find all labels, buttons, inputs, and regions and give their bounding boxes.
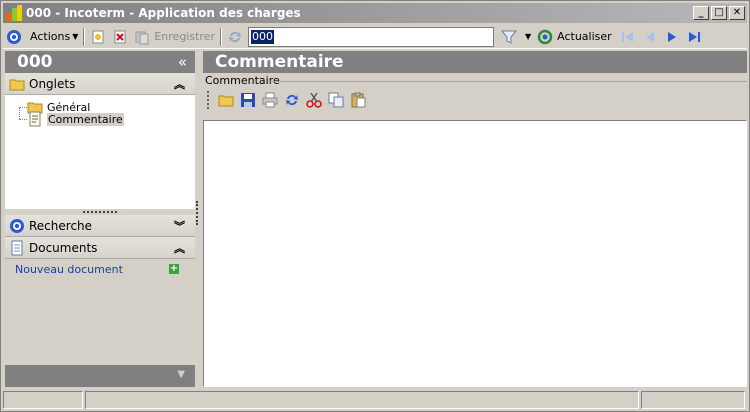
chevron-down-icon[interactable]: ▼ — [177, 369, 185, 380]
left-panel-header: 000 « — [5, 51, 195, 73]
save-disk-icon[interactable] — [240, 92, 256, 108]
content-panel: Commentaire Commentaire — [203, 51, 747, 387]
filter-icon — [500, 30, 517, 44]
save-icon — [135, 31, 149, 44]
open-folder-icon[interactable] — [218, 92, 234, 108]
delete-button[interactable] — [109, 26, 131, 48]
tree-connector — [19, 107, 20, 119]
target-icon — [7, 29, 21, 44]
documents-group-label: Documents — [29, 240, 98, 255]
print-icon[interactable] — [262, 92, 278, 108]
caret-down-icon: ▼ — [72, 32, 79, 41]
documents-area: Nouveau document + — [5, 259, 195, 355]
first-icon — [621, 31, 633, 42]
tabs-tree: Général Commentaire — [5, 95, 195, 209]
window-title: 000 - Incoterm - Application des charges — [26, 6, 301, 20]
first-record-button[interactable] — [617, 26, 639, 48]
sync-button[interactable] — [224, 26, 246, 48]
refresh-icon — [537, 29, 553, 44]
paste-icon[interactable] — [350, 92, 366, 108]
delete-icon — [114, 30, 126, 43]
tabs-group-header[interactable]: Onglets ︽ — [5, 73, 195, 95]
next-icon — [667, 31, 676, 42]
title-bar[interactable]: 000 - Incoterm - Application des charges… — [3, 3, 747, 23]
status-cell — [3, 391, 83, 409]
app-logo-icon — [6, 5, 22, 21]
add-document-icon[interactable]: + — [169, 264, 179, 274]
status-cell — [641, 391, 745, 409]
filter-button[interactable]: ▼ — [498, 26, 534, 48]
toolbar-separator — [83, 27, 86, 46]
maximize-button[interactable]: □ — [711, 6, 727, 20]
app-window: 000 - Incoterm - Application des charges… — [0, 0, 750, 412]
search-input[interactable]: 000 — [247, 26, 494, 47]
caret-down-icon: ▼ — [524, 32, 532, 41]
search-input-value: 000 — [250, 29, 274, 44]
editor-toolbar — [203, 88, 747, 112]
left-navigation-panel: 000 « Onglets ︽ Général Commentaire Rech… — [5, 51, 195, 389]
save-button[interactable]: Enregistrer — [131, 26, 218, 48]
actions-label: Actions — [30, 30, 71, 43]
document-icon — [11, 240, 23, 255]
refresh-icon[interactable] — [284, 92, 300, 108]
tree-connector — [19, 107, 27, 108]
next-record-button[interactable] — [661, 26, 683, 48]
new-document-icon — [92, 30, 104, 43]
collapse-panel-icon[interactable]: « — [178, 51, 187, 73]
expand-down-icon[interactable]: ︾ — [174, 218, 185, 234]
comment-text-area[interactable] — [203, 120, 747, 387]
section-divider — [269, 81, 747, 82]
last-icon — [688, 31, 700, 42]
last-record-button[interactable] — [683, 26, 705, 48]
folder-icon — [9, 79, 25, 90]
close-button[interactable]: ✕ — [729, 6, 745, 20]
target-icon — [10, 218, 24, 233]
tree-connector — [19, 119, 27, 120]
status-bar — [3, 391, 747, 409]
new-document-link[interactable]: Nouveau document — [15, 263, 123, 276]
status-cell — [85, 391, 639, 409]
previous-record-button[interactable] — [639, 26, 661, 48]
vertical-splitter[interactable] — [196, 201, 199, 225]
tabs-group-label: Onglets — [29, 76, 76, 91]
previous-icon — [645, 31, 654, 42]
actions-menu-button[interactable]: Actions ▼ — [3, 26, 81, 48]
new-button[interactable] — [87, 26, 109, 48]
tree-item-commentaire[interactable]: Commentaire — [27, 111, 124, 127]
save-label: Enregistrer — [154, 30, 215, 43]
refresh-label: Actualiser — [557, 30, 612, 43]
minimize-button[interactable]: _ — [693, 6, 709, 20]
tree-item-label: Commentaire — [47, 112, 124, 126]
refresh-button[interactable]: Actualiser — [534, 26, 615, 48]
copy-icon[interactable] — [328, 92, 344, 108]
toolbar-grip[interactable] — [207, 91, 210, 109]
search-group-label: Recherche — [29, 218, 93, 233]
search-group-header[interactable]: Recherche ︾ — [5, 215, 195, 237]
collapse-up-icon[interactable]: ︽ — [174, 240, 185, 256]
content-header: Commentaire — [203, 51, 747, 73]
left-panel-footer: ▼ — [5, 365, 195, 387]
sync-icon — [228, 31, 241, 42]
record-code: 000 — [17, 52, 53, 72]
toolbar-separator — [219, 27, 222, 46]
cut-icon[interactable] — [306, 92, 322, 108]
section-title: Commentaire — [203, 74, 747, 88]
collapse-up-icon[interactable]: ︽ — [174, 76, 185, 92]
main-toolbar: Actions ▼ Enregistrer 000 ▼ Actualiser — [3, 25, 747, 49]
documents-group-header[interactable]: Documents ︽ — [5, 237, 195, 259]
note-icon — [29, 111, 41, 127]
